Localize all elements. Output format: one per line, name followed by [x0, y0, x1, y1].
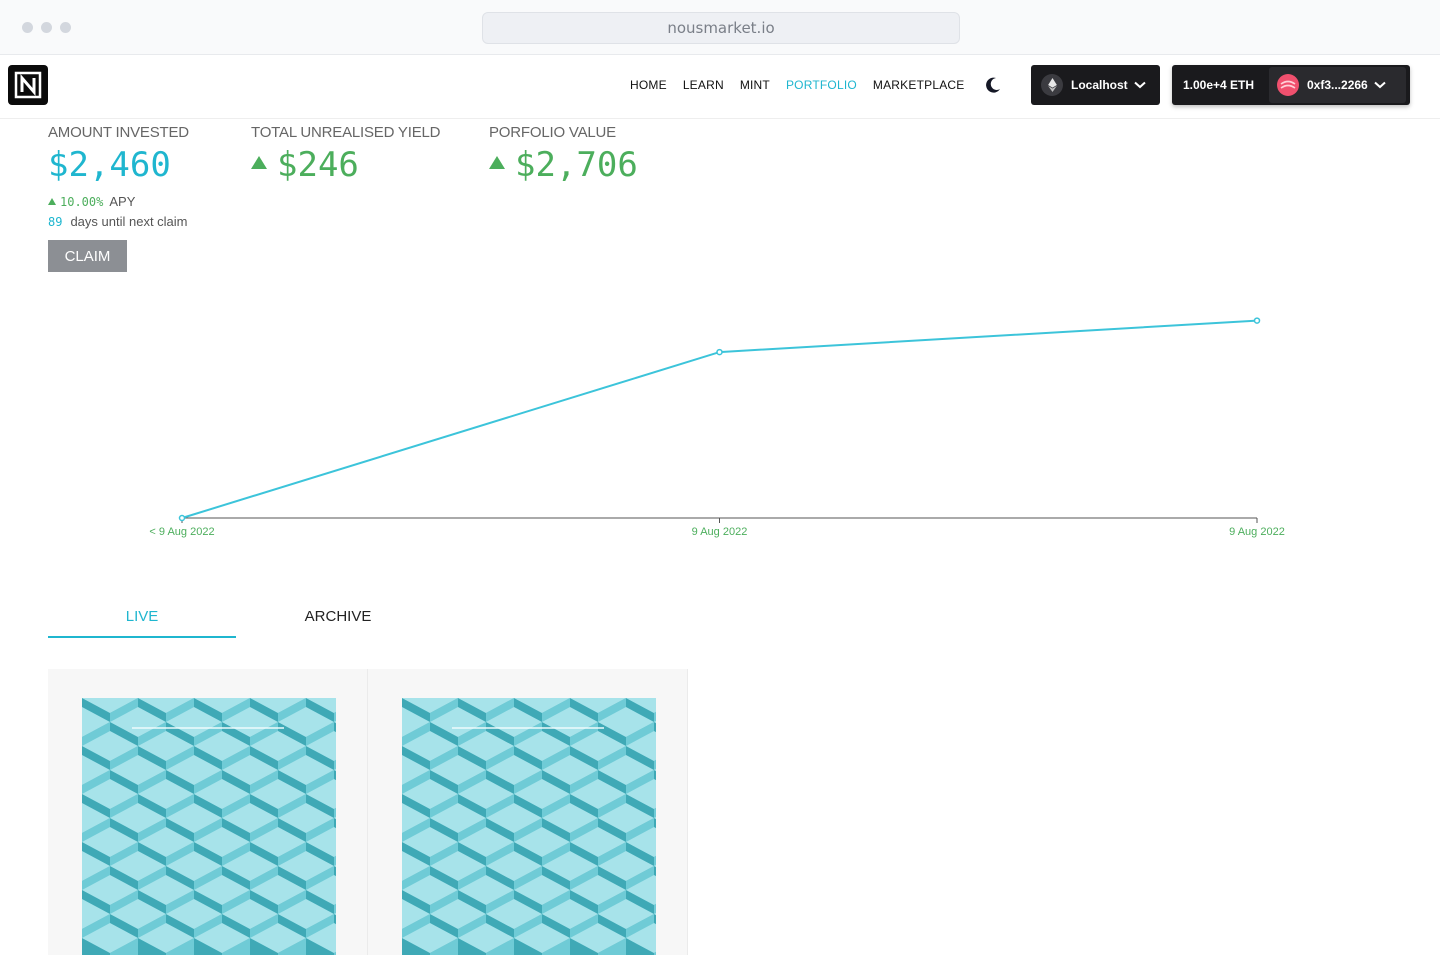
main-nav: HOME LEARN MINT PORTFOLIO MARKETPLACE: [630, 78, 964, 92]
browser-chrome: nousmarket.io: [0, 0, 1440, 55]
nav-marketplace[interactable]: MARKETPLACE: [873, 78, 965, 92]
stat-value: $2,706: [489, 145, 638, 185]
stat-amount-invested: AMOUNT INVESTED $2,460: [48, 124, 189, 185]
portfolio-tabs: LIVE ARCHIVE: [48, 600, 448, 638]
nous-logo-icon[interactable]: [8, 65, 48, 105]
stat-value: $2,460: [48, 145, 189, 185]
moon-icon[interactable]: [983, 75, 1003, 95]
data-point[interactable]: [1253, 317, 1261, 324]
nft-card-grid: [48, 669, 688, 955]
stat-label: AMOUNT INVESTED: [48, 124, 189, 141]
window-dot[interactable]: [22, 22, 33, 33]
network-selector-button[interactable]: Localhost: [1031, 65, 1160, 105]
stat-portfolio-value: PORFOLIO VALUE $2,706: [489, 124, 638, 185]
up-arrow-icon: [251, 155, 267, 169]
days-count: 89: [48, 214, 63, 229]
cube-grid-artwork[interactable]: [402, 698, 656, 955]
chevron-down-icon: [1134, 81, 1146, 89]
x-tick-label: < 9 Aug 2022: [149, 526, 214, 538]
wallet-balance: 1.00e+4 ETH: [1183, 78, 1255, 92]
claim-button[interactable]: CLAIM: [48, 240, 127, 272]
account-button[interactable]: 0xf3...2266: [1269, 67, 1406, 103]
apy-value: 10.00%: [60, 194, 104, 209]
days-label: days until next claim: [70, 214, 188, 229]
window-dot[interactable]: [41, 22, 52, 33]
nav-home[interactable]: HOME: [630, 78, 667, 92]
account-avatar-icon: [1277, 74, 1299, 96]
chevron-down-icon: [1374, 81, 1386, 89]
navbar: HOME LEARN MINT PORTFOLIO MARKETPLACE Lo…: [0, 55, 1440, 119]
portfolio-chart: < 9 Aug 2022 9 Aug 2022 9 Aug 2022: [149, 317, 1285, 538]
window-dot[interactable]: [60, 22, 71, 33]
wallet-widget[interactable]: 1.00e+4 ETH 0xf3...2266: [1172, 65, 1410, 105]
stat-value: $246: [251, 145, 440, 185]
apy-row: 10.00% APY: [48, 194, 135, 209]
stat-label: PORFOLIO VALUE: [489, 124, 616, 141]
x-tick-label: 9 Aug 2022: [1229, 526, 1285, 538]
network-label: Localhost: [1071, 78, 1128, 92]
address-bar[interactable]: nousmarket.io: [482, 12, 960, 44]
data-point[interactable]: [716, 348, 723, 356]
account-address: 0xf3...2266: [1307, 78, 1368, 92]
nft-card[interactable]: [368, 669, 688, 955]
stat-label: TOTAL UNREALISED YIELD: [251, 124, 441, 141]
nav-learn[interactable]: LEARN: [683, 78, 724, 92]
unrealised-yield-value: $246: [277, 145, 359, 185]
cube-grid-artwork[interactable]: [82, 698, 336, 955]
up-arrow-icon: [48, 198, 56, 205]
apy-label: APY: [109, 194, 136, 209]
data-point[interactable]: [178, 514, 186, 522]
stat-unrealised-yield: TOTAL UNREALISED YIELD $246: [251, 124, 440, 185]
amount-invested-value: $2,460: [48, 145, 171, 185]
tab-archive[interactable]: ARCHIVE: [243, 600, 433, 638]
x-tick-label: 9 Aug 2022: [692, 526, 748, 538]
nft-card[interactable]: [48, 669, 368, 955]
portfolio-value: $2,706: [515, 145, 638, 185]
nav-mint[interactable]: MINT: [740, 78, 770, 92]
claim-countdown: 89 days until next claim: [48, 214, 188, 229]
nav-portfolio[interactable]: PORTFOLIO: [786, 78, 857, 92]
up-arrow-icon: [489, 155, 505, 169]
window-controls: [22, 22, 71, 33]
ethereum-icon: [1041, 74, 1063, 96]
tab-live[interactable]: LIVE: [48, 600, 236, 638]
